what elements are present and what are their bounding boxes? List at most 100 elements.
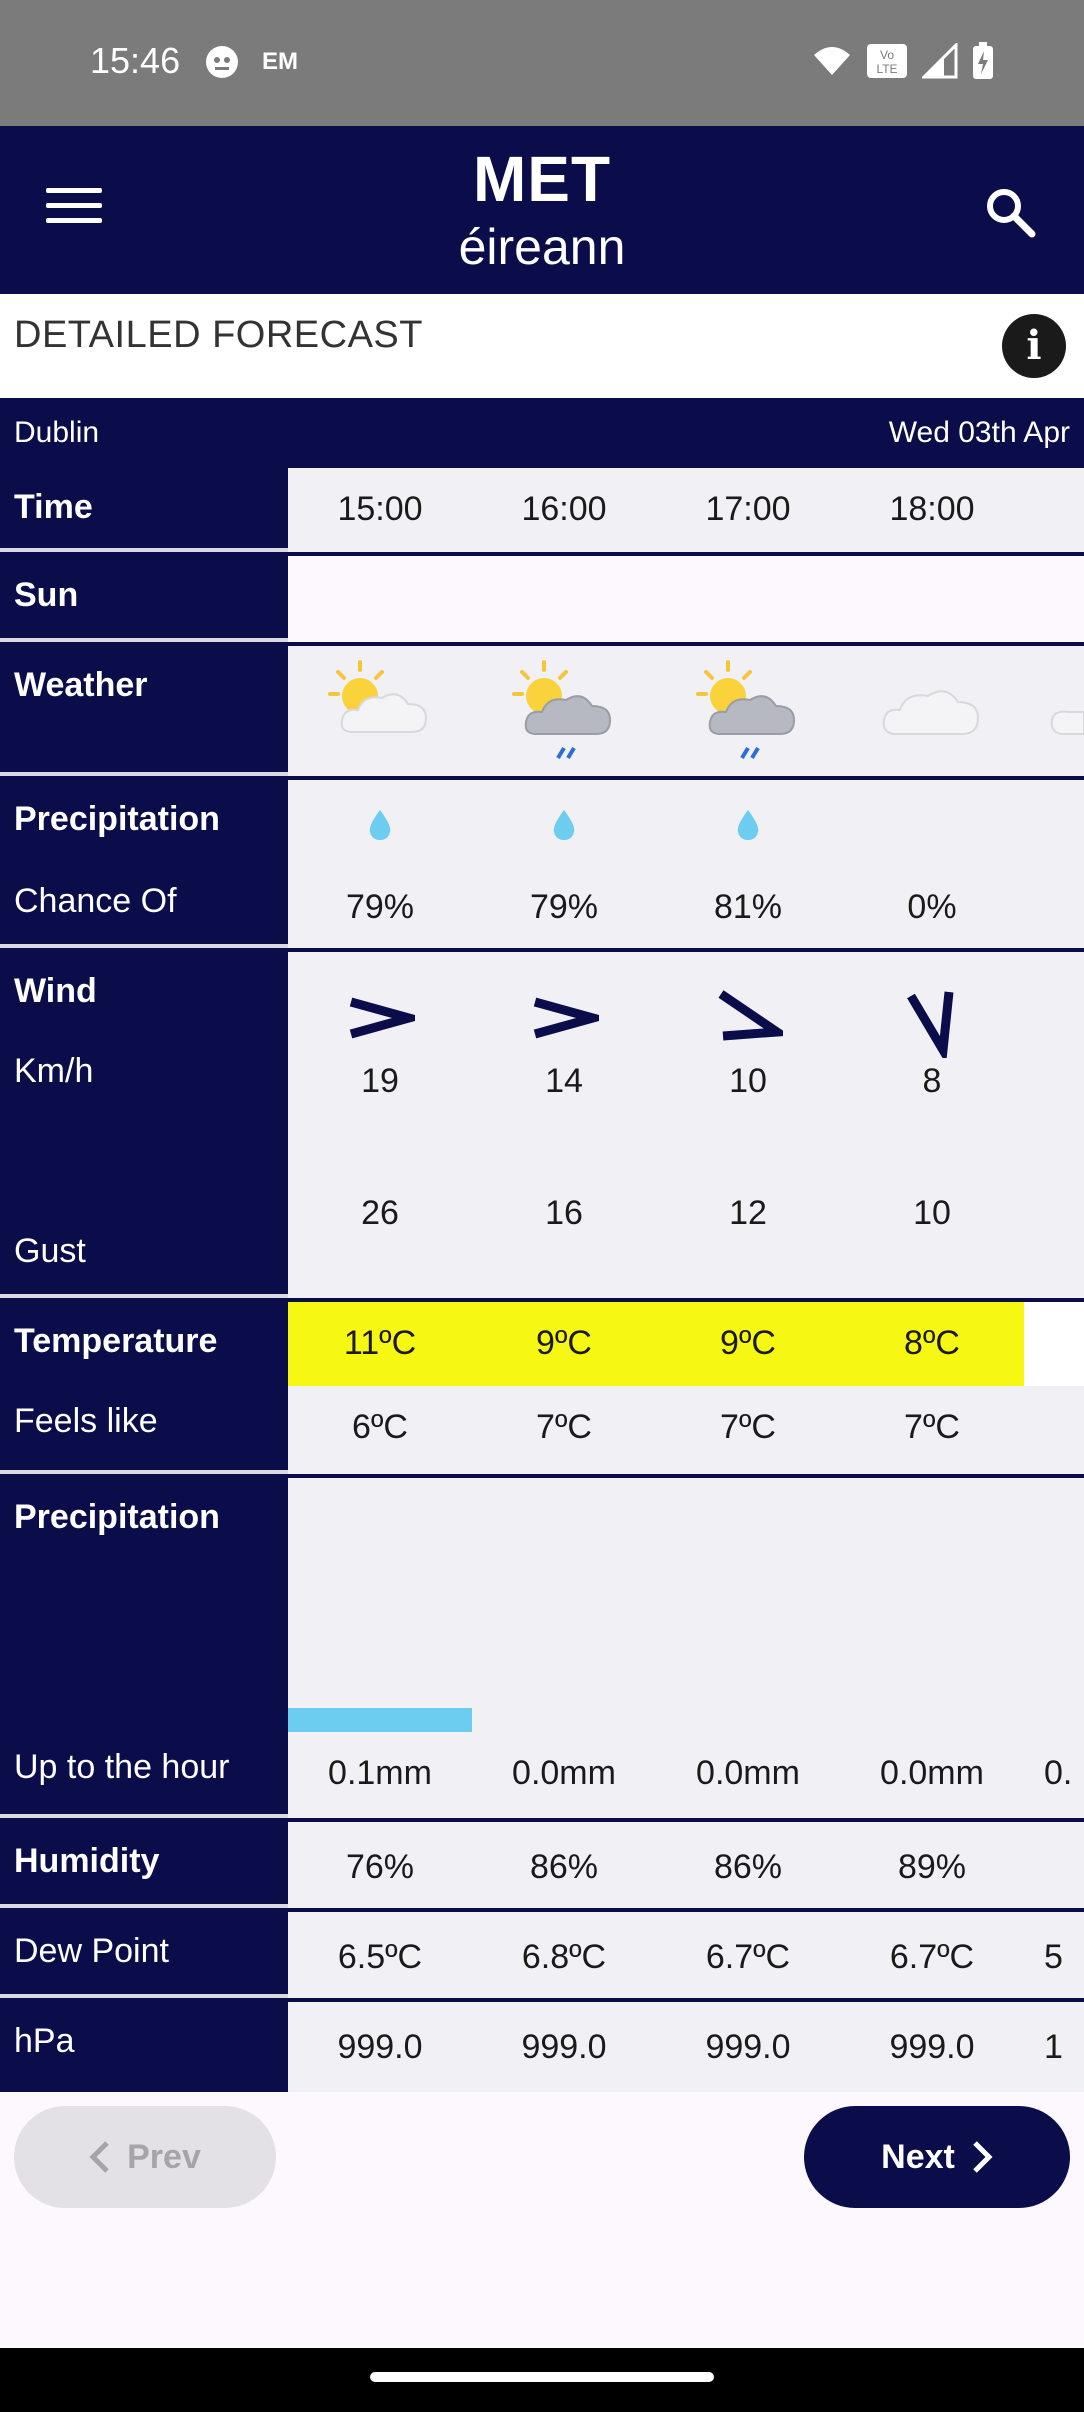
system-nav-bar bbox=[0, 2348, 1084, 2412]
chance-cell: 0% bbox=[907, 888, 957, 926]
precipitation-label: Precipitation bbox=[14, 800, 220, 838]
app-bar: MET éireann bbox=[0, 126, 1084, 294]
precipitation-amount-cells: 0.1mm 0.0mm 0.0mm 0.0mm 0. bbox=[288, 1478, 1084, 1818]
precipitation-amount-label: Precipitation bbox=[14, 1498, 220, 1536]
precipitation-amount-row: Precipitation Up to the hour 0.1mm 0.0mm… bbox=[0, 1478, 1084, 1822]
raindrop-icon bbox=[472, 808, 656, 842]
time-cell-partial: 1 bbox=[1024, 490, 1084, 529]
wind-speed-cell: 8 bbox=[922, 1062, 942, 1100]
wind-direction-icon bbox=[656, 988, 840, 1048]
humidity-row: Humidity 76% 86% 86% 89% bbox=[0, 1822, 1084, 1912]
humidity-label-cell: Humidity bbox=[0, 1822, 288, 1908]
sun-row: Sun bbox=[0, 556, 1084, 646]
time-cells: 15:00 16:00 17:00 18:00 1 bbox=[288, 468, 1084, 552]
dew-point-cells: 6.5ºC 6.8ºC 6.7ºC 6.7ºC 5 bbox=[288, 1912, 1084, 1998]
precip-amount-cell: 0.1mm bbox=[328, 1754, 432, 1792]
time-cell: 15:00 bbox=[337, 490, 423, 528]
dew-point-cell: 6.7ºC bbox=[705, 1938, 791, 1976]
pressure-row: hPa 999.0 999.0 999.0 999.0 1 bbox=[0, 2002, 1084, 2092]
next-label: Next bbox=[881, 2137, 955, 2176]
humidity-cell: 76% bbox=[345, 1848, 415, 1886]
search-icon[interactable] bbox=[982, 184, 1038, 240]
dew-point-cell: 6.7ºC bbox=[889, 1938, 975, 1976]
title-bar: DETAILED FORECAST i bbox=[0, 294, 1084, 398]
prev-button[interactable]: Prev bbox=[14, 2106, 276, 2208]
gust-cell: 12 bbox=[729, 1194, 767, 1232]
precipitation-cells: 79% 79% 81% 0% bbox=[288, 780, 1084, 948]
forecast-grid[interactable]: Time 15:00 16:00 17:00 18:00 1 Sun Weath… bbox=[0, 468, 1084, 2092]
feels-like-cell: 6ºC bbox=[352, 1408, 408, 1446]
chance-of-label: Chance Of bbox=[14, 882, 177, 920]
gust-cell: 16 bbox=[545, 1194, 583, 1232]
feels-like-cell: 7ºC bbox=[536, 1408, 592, 1446]
pressure-cell: 999.0 bbox=[889, 2028, 975, 2066]
next-button[interactable]: Next bbox=[804, 2106, 1070, 2208]
dew-point-label-cell: Dew Point bbox=[0, 1912, 288, 1998]
pressure-cell: 999.0 bbox=[337, 2028, 423, 2066]
sun-label-cell: Sun bbox=[0, 556, 288, 642]
wind-cells: 19 14 10 8 26 16 12 10 bbox=[288, 952, 1084, 1298]
weather-cells bbox=[288, 646, 1084, 776]
feels-like-label: Feels like bbox=[14, 1402, 158, 1440]
dew-point-label: Dew Point bbox=[14, 1932, 169, 1970]
svg-text:Vo: Vo bbox=[880, 48, 894, 62]
precipitation-label-cell: Precipitation Chance Of bbox=[0, 780, 288, 948]
precip-amount-cell: 0.0mm bbox=[512, 1754, 616, 1792]
weather-label: Weather bbox=[14, 666, 148, 704]
sun-cells bbox=[288, 556, 1084, 642]
location-name: Dublin bbox=[14, 416, 100, 449]
wind-speed-cell: 19 bbox=[361, 1062, 399, 1100]
dew-point-cell-partial: 5 bbox=[1044, 1938, 1063, 1976]
raindrop-icon bbox=[288, 808, 472, 842]
temperature-cells: 11ºC 9ºC 9ºC 8ºC 6ºC 7ºC 7ºC 7ºC bbox=[288, 1302, 1084, 1474]
wind-direction-icon bbox=[288, 988, 472, 1048]
feels-like-cell: 7ºC bbox=[720, 1408, 776, 1446]
dew-point-cell: 6.5ºC bbox=[337, 1938, 423, 1976]
precip-amount-cell-partial: 0. bbox=[1044, 1754, 1073, 1792]
status-bar: 15:46 EM Vo LTE bbox=[0, 0, 1084, 126]
humidity-cell: 86% bbox=[529, 1848, 599, 1886]
humidity-cells: 76% 86% 86% 89% bbox=[288, 1822, 1084, 1908]
sun-cloud-drizzle-icon bbox=[472, 658, 656, 768]
temperature-cell: 9ºC bbox=[720, 1324, 776, 1362]
pressure-cells: 999.0 999.0 999.0 999.0 1 bbox=[288, 2002, 1084, 2092]
gust-label: Gust bbox=[14, 1232, 86, 1270]
raindrop-icon bbox=[656, 808, 840, 842]
location-bar: Dublin Wed 03th Apr bbox=[0, 398, 1084, 468]
temperature-row: Temperature Feels like 11ºC 9ºC 9ºC 8ºC … bbox=[0, 1302, 1084, 1478]
precipitation-bar bbox=[288, 1708, 472, 1732]
home-indicator[interactable] bbox=[370, 2372, 714, 2382]
wind-direction-icon bbox=[840, 988, 1024, 1058]
kmh-label: Km/h bbox=[14, 1052, 94, 1090]
time-label-cell: Time bbox=[0, 468, 288, 552]
temperature-label-cell: Temperature Feels like bbox=[0, 1302, 288, 1474]
page-title: DETAILED FORECAST bbox=[14, 314, 423, 356]
logo-eireann: éireann bbox=[458, 219, 626, 275]
chevron-left-icon bbox=[89, 2141, 109, 2173]
humidity-label: Humidity bbox=[14, 1842, 160, 1880]
sun-cloud-drizzle-icon bbox=[656, 658, 840, 768]
time-cell: 16:00 bbox=[521, 490, 607, 528]
temperature-cell: 8ºC bbox=[904, 1324, 960, 1362]
temperature-partial bbox=[1024, 1302, 1084, 1386]
wind-direction-icon bbox=[472, 988, 656, 1048]
chevron-right-icon bbox=[973, 2141, 993, 2173]
pressure-cell-partial: 1 bbox=[1044, 2028, 1063, 2066]
chance-cell: 79% bbox=[529, 888, 599, 926]
cloud-icon bbox=[840, 658, 1024, 748]
wind-label-cell: Wind Km/h Gust bbox=[0, 952, 288, 1298]
forecast-date: Wed 03th Apr bbox=[888, 416, 1070, 449]
precipitation-amount-label-cell: Precipitation Up to the hour bbox=[0, 1478, 288, 1818]
volte-icon: VoLTE bbox=[867, 44, 907, 78]
carrier-label: EM bbox=[262, 48, 298, 75]
time-row: Time 15:00 16:00 17:00 18:00 1 bbox=[0, 468, 1084, 556]
status-time: 15:46 bbox=[90, 40, 181, 81]
info-icon[interactable]: i bbox=[1002, 314, 1066, 378]
gust-cell: 10 bbox=[913, 1194, 951, 1232]
chance-cell: 81% bbox=[713, 888, 783, 926]
temperature-cell: 9ºC bbox=[536, 1324, 592, 1362]
pressure-label-cell: hPa bbox=[0, 2002, 288, 2092]
humidity-cell: 86% bbox=[713, 1848, 783, 1886]
sun-cloud-icon bbox=[288, 658, 472, 748]
battery-icon bbox=[973, 42, 993, 79]
